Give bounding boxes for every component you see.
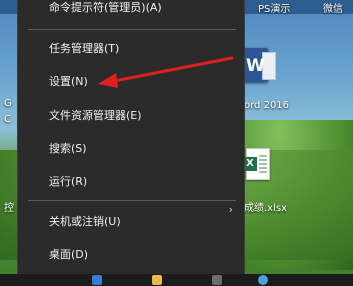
taskbar-app-icon[interactable] bbox=[212, 275, 222, 285]
taskbar-app-icon[interactable] bbox=[92, 275, 102, 285]
taskbar-folder-icon[interactable] bbox=[152, 275, 162, 285]
taskbar-browser-icon[interactable] bbox=[258, 275, 268, 285]
annotation-arrow-icon bbox=[98, 56, 234, 88]
taskbar bbox=[0, 274, 353, 286]
